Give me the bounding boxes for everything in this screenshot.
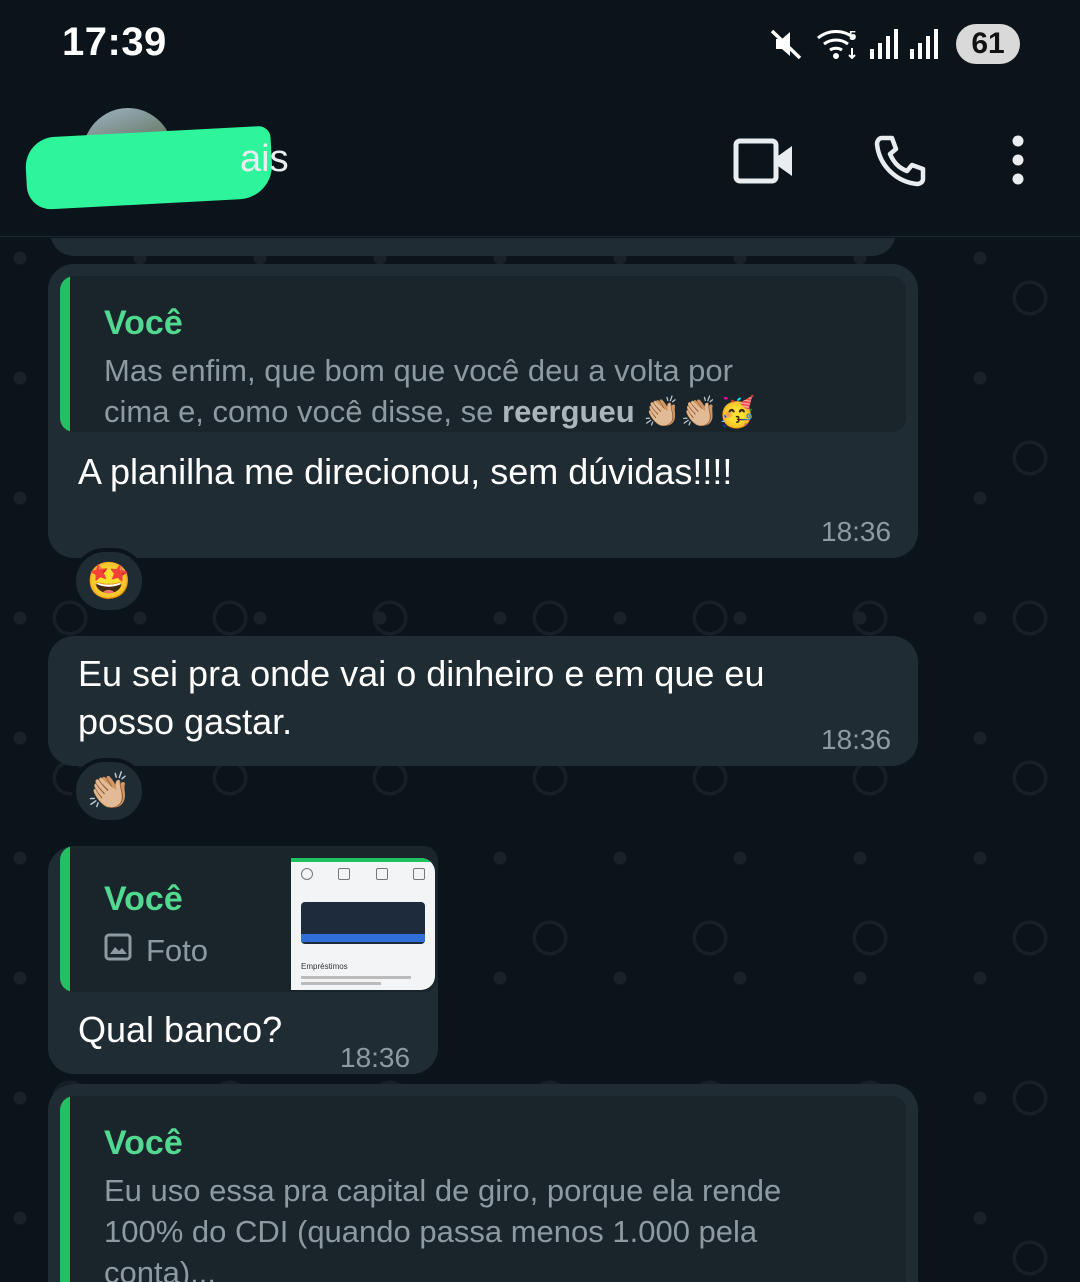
quoted-photo-message[interactable]: Você Foto Empréstimos xyxy=(60,846,438,992)
signal-icon xyxy=(908,27,942,61)
message-text: Qual banco? xyxy=(78,1009,283,1050)
message-time: 18:36 xyxy=(340,1042,411,1073)
message-time: 18:36 xyxy=(821,724,892,755)
quote-author: Você xyxy=(104,304,183,342)
wifi-5-icon: 5 xyxy=(816,26,862,62)
status-icons: 5 61 xyxy=(768,22,1020,66)
message-text: Eu sei pra onde vai o dinheiro e em que … xyxy=(78,653,765,742)
redaction-mark xyxy=(24,125,274,211)
quote-emojis: 👏🏼👏🏼🥳 xyxy=(643,396,756,429)
quoted-message[interactable]: Você Eu uso essa pra capital de giro, po… xyxy=(60,1096,906,1282)
quote-author: Você xyxy=(104,1124,183,1162)
battery-indicator: 61 xyxy=(956,24,1020,64)
message-reaction[interactable]: 🤩 xyxy=(72,548,146,614)
status-time: 17:39 xyxy=(62,20,167,64)
message-reaction[interactable]: 👏🏼 xyxy=(72,758,146,824)
quote-photo-label: Foto xyxy=(104,930,208,971)
quote-author: Você xyxy=(104,880,183,918)
message-bubble[interactable]: Você Foto Empréstimos Qual banco? 18:36 xyxy=(48,846,438,1074)
video-call-icon[interactable] xyxy=(733,136,795,191)
quoted-message[interactable]: Você Mas enfim, que bom que você deu a v… xyxy=(60,276,906,432)
chat-header: ais xyxy=(0,90,1080,237)
status-bar: 17:39 5 61 xyxy=(0,0,1080,90)
message-time: 18:36 xyxy=(821,516,892,547)
chat-area[interactable]: Você Mas enfim, que bom que você deu a v… xyxy=(0,238,1080,1282)
mute-icon xyxy=(768,26,804,62)
message-bubble[interactable]: Você Eu uso essa pra capital de giro, po… xyxy=(48,1084,918,1282)
photo-thumbnail[interactable]: Empréstimos xyxy=(291,858,435,990)
message-bubble[interactable]: Eu sei pra onde vai o dinheiro e em que … xyxy=(48,636,918,766)
quote-text: Eu uso essa pra capital de giro, porque … xyxy=(104,1173,782,1282)
svg-text:5: 5 xyxy=(849,28,856,43)
message-text: A planilha me direcionou, sem dúvidas!!!… xyxy=(78,451,733,492)
previous-message-peek xyxy=(50,238,896,256)
thumb-label: Empréstimos xyxy=(301,962,348,971)
quote-text: Mas enfim, que bom que você deu a volta … xyxy=(104,353,756,429)
voice-call-icon[interactable] xyxy=(872,132,928,193)
contact-name[interactable]: ais xyxy=(240,138,289,181)
signal-icon xyxy=(868,27,902,61)
image-icon xyxy=(104,930,132,971)
message-bubble[interactable]: Você Mas enfim, que bom que você deu a v… xyxy=(48,264,918,558)
more-options-icon[interactable] xyxy=(1008,134,1028,191)
